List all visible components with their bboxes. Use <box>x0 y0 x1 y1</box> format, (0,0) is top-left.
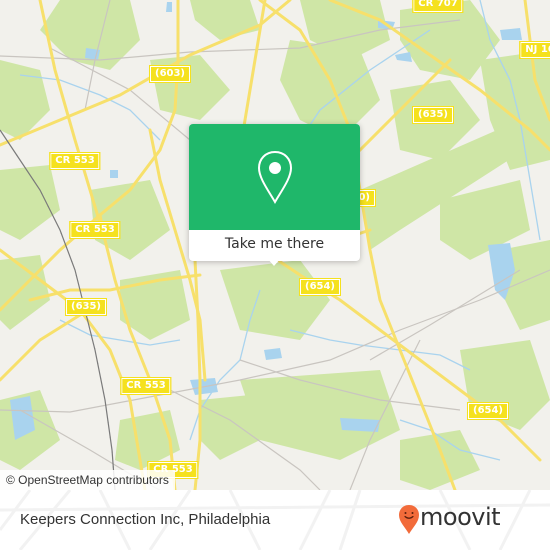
road-shield-635-north: (635) <box>411 106 455 124</box>
road-shield-nj16: NJ 16 <box>519 41 550 59</box>
road-shield-603: (603) <box>148 65 192 83</box>
road-shield-cr553-north: CR 553 <box>49 152 101 170</box>
popup-header <box>189 124 360 230</box>
road-shield-654-center: (654) <box>298 278 342 296</box>
map-attribution[interactable]: © OpenStreetMap contributors <box>0 470 175 490</box>
road-shield-635-west: (635) <box>64 298 108 316</box>
popup-pointer <box>267 258 281 266</box>
road-shield-654-east: (654) <box>466 402 510 420</box>
location-popup: Take me there <box>189 124 360 266</box>
road-shield-cr707: CR 707 <box>412 0 464 13</box>
road-shield-cr553-mid: CR 553 <box>69 221 121 239</box>
take-me-there-button[interactable]: Take me there <box>189 230 360 261</box>
moovit-smiley-pin-icon <box>399 505 419 534</box>
road-shield-cr553-south: CR 553 <box>120 377 172 395</box>
moovit-logo-text: moovit <box>420 503 501 531</box>
map-canvas[interactable]: CR 707 NJ 16 (603) (635) CR 553 (630) CR… <box>0 0 550 490</box>
map-pin-icon <box>257 150 293 204</box>
footer-bar: Keepers Connection Inc, Philadelphia moo… <box>0 490 550 550</box>
place-name: Keepers Connection Inc, Philadelphia <box>20 511 271 528</box>
